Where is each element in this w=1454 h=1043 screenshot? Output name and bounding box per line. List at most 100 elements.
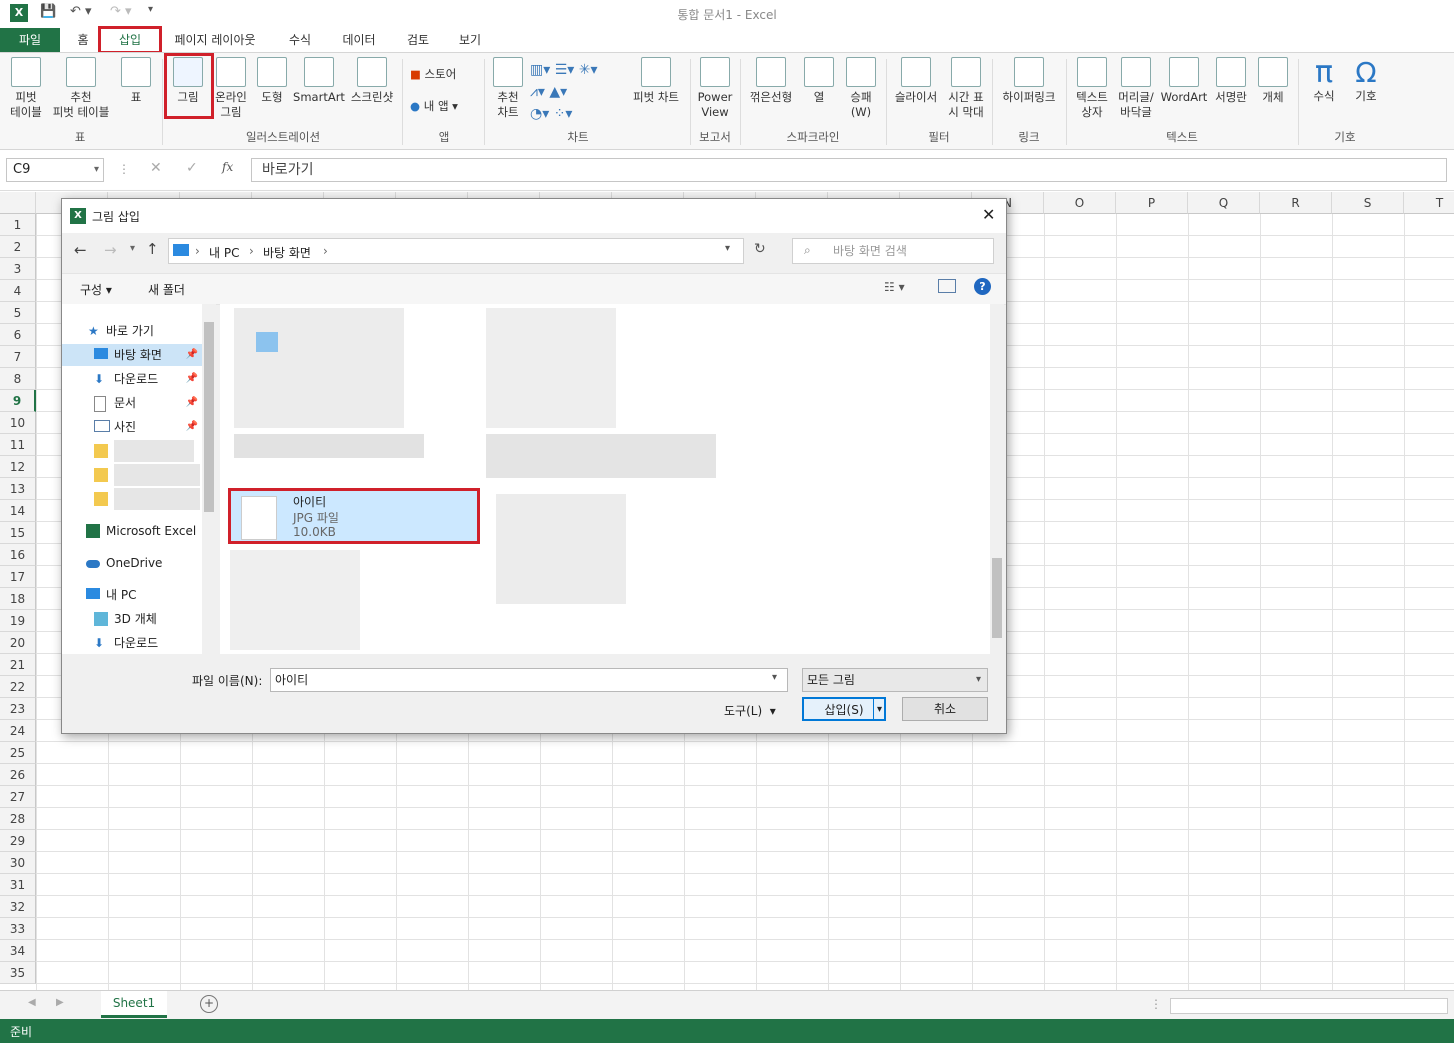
screenshot-button[interactable]: 스크린샷 [346, 57, 398, 105]
row-header[interactable]: 31 [0, 874, 36, 896]
name-box[interactable]: C9 ▾ [6, 158, 104, 182]
horizontal-scrollbar[interactable] [1170, 998, 1448, 1014]
scroll-left-icon[interactable]: ◀ [28, 997, 36, 1008]
tab-review[interactable]: 검토 [398, 28, 438, 52]
file-list[interactable]: 아이티 JPG 파일 10.0KB [220, 304, 990, 654]
preview-pane-icon[interactable] [938, 279, 956, 293]
chevron-down-icon[interactable]: ▾ [772, 672, 777, 683]
filetype-select[interactable]: 모든 그림 ▾ [802, 668, 988, 692]
row-header[interactable]: 4 [0, 280, 36, 302]
sparkline-line-button[interactable]: 꺾은선형 [744, 57, 798, 105]
tab-formulas[interactable]: 수식 [280, 28, 320, 52]
nav-desktop[interactable]: 바탕 화면 📌 [62, 344, 202, 366]
row-header[interactable]: 2 [0, 236, 36, 258]
power-view-button[interactable]: Power View [694, 57, 736, 120]
row-header[interactable]: 21 [0, 654, 36, 676]
blurred-file[interactable] [496, 494, 626, 604]
row-header[interactable]: 7 [0, 346, 36, 368]
row-header[interactable]: 3 [0, 258, 36, 280]
column-header[interactable]: S [1332, 192, 1404, 214]
textbox-button[interactable]: 텍스트 상자 [1070, 57, 1114, 120]
scroll-thumb[interactable] [992, 558, 1002, 638]
breadcrumb-desktop[interactable]: 바탕 화면 [263, 244, 311, 261]
back-icon[interactable]: ← [74, 241, 87, 259]
nav-this-pc[interactable]: 내 PC [62, 584, 202, 606]
row-header[interactable]: 10 [0, 412, 36, 434]
slicer-button[interactable]: 슬라이서 [890, 57, 942, 105]
column-header[interactable]: T [1404, 192, 1454, 214]
symbol-button[interactable]: Ω 기호 [1346, 57, 1386, 104]
row-header[interactable]: 6 [0, 324, 36, 346]
my-apps-button[interactable]: ● 내 앱 ▾ [410, 99, 474, 114]
file-list-scrollbar[interactable] [990, 304, 1004, 654]
add-sheet-icon[interactable]: + [200, 995, 218, 1013]
row-header[interactable]: 16 [0, 544, 36, 566]
sparkline-winloss-button[interactable]: 승패 (W) [842, 57, 880, 120]
chevron-down-icon[interactable]: ▾ [872, 699, 882, 721]
refresh-icon[interactable]: ↻ [754, 241, 766, 257]
new-folder-button[interactable]: 새 폴더 [148, 281, 185, 298]
breadcrumb-mypc[interactable]: 내 PC [209, 244, 239, 261]
sheet-tab[interactable]: Sheet1 [101, 991, 167, 1018]
row-header[interactable]: 22 [0, 676, 36, 698]
address-bar[interactable]: › 내 PC › 바탕 화면 › ▾ [168, 238, 744, 264]
row-header[interactable]: 27 [0, 786, 36, 808]
row-header[interactable]: 32 [0, 896, 36, 918]
nav-folder-blurred[interactable] [62, 488, 202, 510]
wordart-button[interactable]: WordArt [1158, 57, 1210, 105]
row-header[interactable]: 29 [0, 830, 36, 852]
blurred-file[interactable] [486, 308, 616, 428]
insert-button[interactable]: 삽입(S) ▾ [802, 697, 886, 721]
tab-data[interactable]: 데이터 [336, 28, 382, 52]
column-header[interactable]: O [1044, 192, 1116, 214]
nav-folder-blurred[interactable] [62, 464, 202, 486]
cancel-icon[interactable]: ✕ [150, 160, 162, 176]
enter-icon[interactable]: ✓ [186, 160, 198, 176]
nav-quick-access[interactable]: ★ 바로 가기 [62, 320, 202, 342]
online-picture-button[interactable]: 온라인 그림 [212, 57, 250, 120]
row-header[interactable]: 1 [0, 214, 36, 236]
selected-file-item[interactable]: 아이티 JPG 파일 10.0KB [228, 488, 480, 544]
cancel-button[interactable]: 취소 [902, 697, 988, 721]
filename-input[interactable]: 아이티 [270, 668, 788, 692]
nav-downloads-pc[interactable]: ⬇ 다운로드 [62, 632, 202, 654]
object-button[interactable]: 개체 [1254, 57, 1292, 105]
table-button[interactable]: 표 [118, 57, 154, 105]
row-header[interactable]: 8 [0, 368, 36, 390]
row-header[interactable]: 17 [0, 566, 36, 588]
scroll-right-icon[interactable]: ▶ [56, 997, 64, 1008]
row-header[interactable]: 19 [0, 610, 36, 632]
nav-microsoft-excel[interactable]: Microsoft Excel [62, 520, 202, 542]
timeline-button[interactable]: 시간 표 시 막대 [944, 57, 988, 120]
row-header[interactable]: 12 [0, 456, 36, 478]
view-options-icon[interactable]: ☷ ▾ [884, 280, 905, 294]
row-header[interactable]: 25 [0, 742, 36, 764]
row-header[interactable]: 11 [0, 434, 36, 456]
search-input[interactable]: 바탕 화면 검색 [792, 238, 994, 264]
formula-input[interactable]: 바로가기 [251, 158, 1447, 182]
nav-3d-objects[interactable]: 3D 개체 [62, 608, 202, 630]
forward-icon[interactable]: → [104, 241, 117, 259]
pivot-table-button[interactable]: 피벗 테이블 [6, 57, 46, 120]
fx-icon[interactable]: fx [222, 160, 233, 174]
row-header[interactable]: 35 [0, 962, 36, 984]
recommended-pivot-button[interactable]: 추천 피벗 테이블 [48, 57, 114, 120]
row-header[interactable]: 5 [0, 302, 36, 324]
select-all-corner[interactable] [0, 192, 36, 214]
column-header[interactable]: R [1260, 192, 1332, 214]
row-header[interactable]: 20 [0, 632, 36, 654]
recommended-charts-button[interactable]: 추천 차트 [490, 57, 526, 120]
signature-line-button[interactable]: 서명란 [1210, 57, 1252, 105]
row-header[interactable]: 9 [0, 390, 36, 412]
blurred-file[interactable] [234, 434, 424, 458]
tab-file[interactable]: 파일 [0, 28, 60, 52]
up-icon[interactable]: ↑ [146, 240, 159, 258]
row-header[interactable]: 13 [0, 478, 36, 500]
row-header[interactable]: 26 [0, 764, 36, 786]
row-header[interactable]: 14 [0, 500, 36, 522]
row-header[interactable]: 34 [0, 940, 36, 962]
sparkline-column-button[interactable]: 열 [800, 57, 838, 105]
nav-onedrive[interactable]: OneDrive [62, 552, 202, 574]
store-button[interactable]: ■ 스토어 [410, 67, 474, 82]
shapes-button[interactable]: 도형 [254, 57, 290, 105]
